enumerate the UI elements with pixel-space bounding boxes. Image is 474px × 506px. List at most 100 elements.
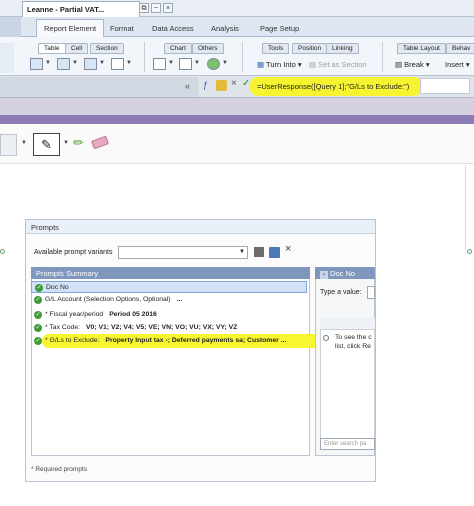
subtab-table[interactable]: Table [38,43,66,54]
panel-handle[interactable] [0,134,17,156]
chevron-down-icon[interactable]: ▼ [45,60,51,66]
search-input[interactable]: Enter search pa [320,438,375,450]
variable-icon[interactable] [216,80,227,91]
resize-handle[interactable] [0,249,5,254]
prompt-value: Period 05 2016 [109,311,157,318]
tab-format[interactable]: Format [102,19,142,37]
delete-variant-icon[interactable] [254,247,264,257]
check-icon: ✓ [34,311,42,319]
cancel-icon[interactable]: × [231,78,237,89]
turn-into-icon: ▦ [257,60,267,69]
prompt-value: Property Input tax -; Deferred payments … [105,337,287,344]
prompt-row[interactable]: ✓ * Tax Code: V0; V1; V2; V4; V5; VE; VN; … [31,322,307,334]
turn-into-label: Turn Into [266,60,296,69]
ribbon: Table Cell Section Chart Others Tools Po… [0,37,474,76]
prompts-dialog: Prompts Available prompt variants ▼ × Pr… [25,219,376,482]
drawing-toolbar: ▼ ✎ ▼ ✏ [0,124,474,164]
accent-band [0,115,474,124]
prompt-row[interactable]: ✓ Doc No [31,281,307,293]
prompt-row[interactable]: ✓ * Fiscal year/period Period 05 2016 [31,309,307,321]
section-icon: ▤ [309,60,319,69]
table-icon[interactable] [30,58,43,70]
subtab-position[interactable]: Position [292,43,328,54]
check-icon: ✓ [35,284,43,292]
collapse-icon[interactable]: ‹ [320,271,328,279]
formula-input[interactable]: =UserResponse([Query 1];"G/Ls to Exclude… [254,78,419,94]
line-chart-icon[interactable] [179,58,192,70]
bar-chart-icon[interactable] [153,58,166,70]
form-icon[interactable] [111,58,124,70]
prompt-row[interactable]: ✓ G/L Account (Selection Options, Optiona… [31,294,307,306]
info-icon [323,335,329,341]
chevron-down-icon[interactable]: ▼ [21,140,27,146]
values-list-header [320,318,375,330]
prompt-value: ... [176,296,183,303]
close-icon[interactable]: × [285,243,291,255]
dialog-title: Prompts [26,220,375,234]
insert-button[interactable]: Insert ▾ [440,56,474,71]
tab-page-setup[interactable]: Page Setup [252,19,307,37]
subtab-behavior[interactable]: Behav [446,43,474,54]
chevron-down-icon[interactable]: ▼ [99,60,105,66]
check-icon: ✓ [34,324,42,332]
chevron-down-icon[interactable]: ▼ [194,60,200,66]
header-band [0,98,474,115]
prompt-value: V0; V1; V2; V4; V5; VE; VN; VO; VU; VX; … [86,324,238,331]
chevron-down-icon[interactable]: ▼ [72,60,78,66]
resize-handle[interactable] [467,249,472,254]
minimize-icon[interactable]: − [151,3,161,13]
collapse-icon[interactable]: « [185,81,190,91]
insert-label: Insert [445,60,464,69]
break-icon: ▤ [395,60,405,69]
tab-data-access[interactable]: Data Access [144,19,202,37]
set-as-section-button[interactable]: ▤ Set as Section [304,56,372,71]
subtab-others[interactable]: Others [192,43,224,54]
chevron-down-icon[interactable]: ▼ [63,140,69,146]
pie-chart-icon[interactable] [207,58,220,70]
left-scroll[interactable] [0,17,21,37]
vertical-table-icon[interactable] [57,58,70,70]
restore-icon[interactable]: ⧉ [139,3,149,13]
search-placeholder: Enter search pa [324,441,367,447]
crosstab-icon[interactable] [84,58,97,70]
eraser-icon[interactable] [90,135,110,150]
variants-select[interactable]: ▼ [118,246,248,259]
close-icon[interactable]: × [163,3,173,13]
prompt-label: * G/Ls to Exclude: [45,337,100,344]
left-panel-edge [0,43,14,73]
subtab-section[interactable]: Section [90,43,124,54]
turn-into-button[interactable]: ▦ Turn Into ▾ [252,56,307,71]
variants-label: Available prompt variants [34,249,113,256]
tab-report-element[interactable]: Report Element [36,19,105,37]
subtab-linking[interactable]: Linking [326,43,359,54]
formula-bar: « ƒ × ✓ =UserResponse([Query 1];"G/Ls to… [0,76,474,98]
pen-icon[interactable]: ✎ [33,133,60,156]
chevron-down-icon[interactable]: ▼ [168,60,174,66]
subtab-table-layout[interactable]: Table Layout [397,43,446,54]
chevron-down-icon: ▼ [239,249,245,255]
set-as-section-label: Set as Section [318,60,367,69]
subtab-chart[interactable]: Chart [164,43,192,54]
save-icon[interactable] [269,247,280,258]
separator [242,42,243,72]
chevron-down-icon[interactable]: ▼ [222,60,228,66]
check-icon: ✓ [34,296,42,304]
type-value-label: Type a value: [320,289,362,296]
document-tab[interactable]: Leanne - Partial VAT... [22,1,140,17]
document-title: Leanne - Partial VAT... [27,5,105,14]
value-input[interactable] [367,286,375,299]
check-icon: ✓ [34,337,42,345]
prompt-label: G/L Account (Selection Options, Optional… [45,296,171,303]
subtab-tools[interactable]: Tools [262,43,290,54]
highlighter-icon[interactable]: ✏ [73,135,84,151]
break-label: Break [404,60,424,69]
break-button[interactable]: ▤ Break ▾ [390,56,435,71]
prompt-row[interactable]: ✓ * G/Ls to Exclude: Property Input tax -;… [31,335,307,347]
page-edge [465,165,466,250]
tab-analysis[interactable]: Analysis [203,19,247,37]
subtab-cell[interactable]: Cell [65,43,89,54]
formula-editor-icon[interactable]: ƒ [203,80,214,91]
info-text: To see the c [335,334,372,341]
required-note: * Required prompts [31,466,87,473]
chevron-down-icon[interactable]: ▼ [126,60,132,66]
